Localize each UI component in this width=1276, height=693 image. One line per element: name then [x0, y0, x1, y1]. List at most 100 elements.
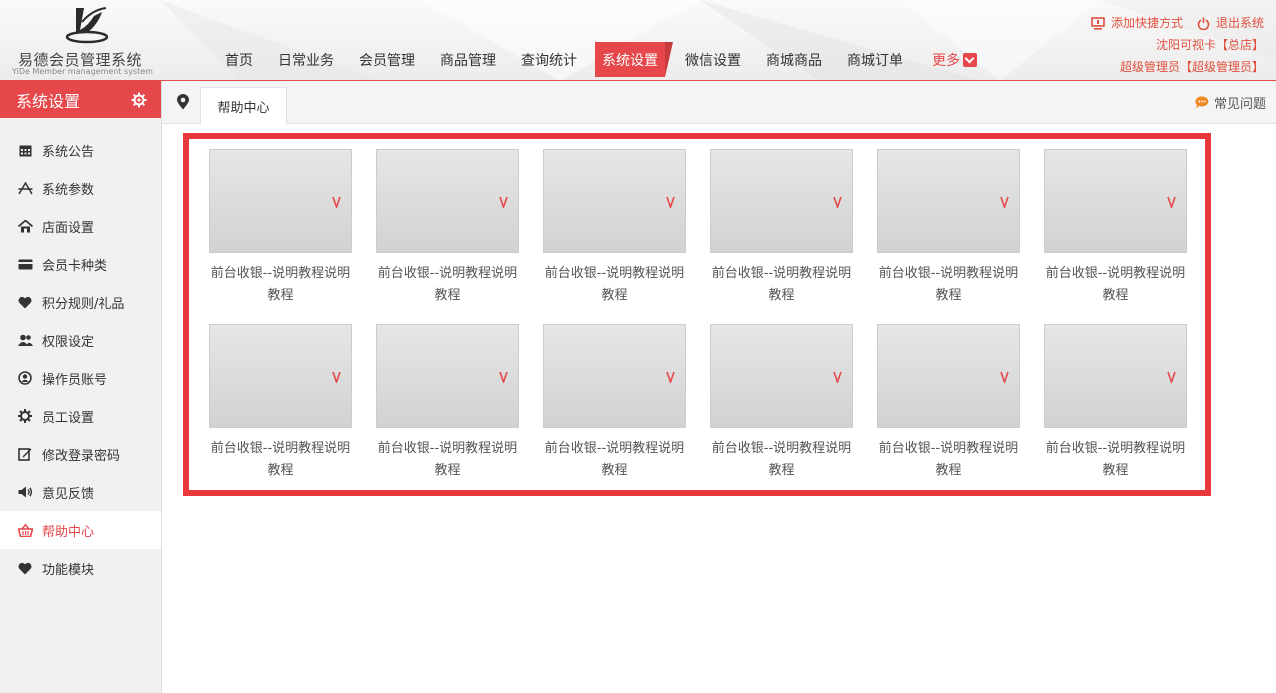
- nav-daily-business[interactable]: 日常业务: [271, 42, 341, 77]
- gear-icon: [131, 92, 147, 107]
- tutorial-title: 前台收银--说明教程说明教程: [1045, 441, 1186, 478]
- sidebar: 系统设置 系统公告 系统参数 店面设置 会员卡种类 积分规则/礼品 权限设定 操…: [0, 81, 162, 693]
- logo-mark-icon: [1000, 371, 1009, 383]
- sidebar-item-card-types[interactable]: 会员卡种类: [0, 245, 161, 283]
- nav-home[interactable]: 首页: [218, 42, 260, 77]
- logo-mark-icon: [499, 371, 508, 383]
- tutorial-title: 前台收银--说明教程说明教程: [377, 266, 518, 303]
- sidebar-item-permissions[interactable]: 权限设定: [0, 321, 161, 359]
- sidebar-item-system-notice[interactable]: 系统公告: [0, 131, 161, 169]
- tutorial-title: 前台收银--说明教程说明教程: [878, 266, 1019, 303]
- sidebar-item-function-modules[interactable]: 功能模块: [0, 549, 161, 587]
- help-card[interactable]: 前台收银--说明教程说明教程: [376, 324, 519, 499]
- location-pin-icon: [177, 94, 189, 110]
- logo-mark-icon: [499, 196, 508, 208]
- sidebar-item-staff-settings[interactable]: 员工设置: [0, 397, 161, 435]
- sidebar-item-label: 系统参数: [42, 182, 95, 198]
- logout-label: 退出系统: [1215, 16, 1264, 30]
- nav-member-management[interactable]: 会员管理: [352, 42, 422, 77]
- add-shortcut-link[interactable]: 添加快捷方式: [1091, 12, 1183, 34]
- sidebar-item-label: 积分规则/礼品: [42, 296, 125, 312]
- nav-product-management[interactable]: 商品管理: [433, 42, 503, 77]
- nav-more[interactable]: 更多: [925, 42, 984, 77]
- help-card[interactable]: 前台收银--说明教程说明教程: [376, 149, 519, 324]
- edit-icon: [17, 446, 33, 462]
- sidebar-title: 系统设置: [16, 91, 81, 111]
- top-right-info: 添加快捷方式 退出系统 沈阳可视卡【总店】 超级管理员【超级管理员】: [1091, 12, 1264, 78]
- store-name: 沈阳可视卡【总店】: [1155, 38, 1264, 52]
- tutorial-title: 前台收银--说明教程说明教程: [711, 266, 852, 303]
- tab-help-center[interactable]: 帮助中心: [200, 87, 287, 125]
- sidebar-item-operator-accounts[interactable]: 操作员账号: [0, 359, 161, 397]
- nav-query-statistics[interactable]: 查询统计: [514, 42, 584, 77]
- tutorial-title: 前台收银--说明教程说明教程: [544, 266, 685, 303]
- sidebar-menu: 系统公告 系统参数 店面设置 会员卡种类 积分规则/礼品 权限设定 操作员账号 …: [0, 131, 161, 587]
- sidebar-item-help-center[interactable]: 帮助中心: [0, 511, 161, 549]
- chevron-down-icon: [963, 52, 977, 67]
- logo-mark-icon: [666, 196, 675, 208]
- heart-icon: [17, 294, 33, 310]
- help-card[interactable]: 前台收银--说明教程说明教程: [710, 149, 853, 324]
- logout-link[interactable]: 退出系统: [1197, 12, 1264, 34]
- header: 易德会员管理系统 YiDe Member management system 首…: [0, 0, 1276, 81]
- help-card[interactable]: 前台收银--说明教程说明教程: [877, 149, 1020, 324]
- card-icon: [17, 256, 33, 272]
- help-card[interactable]: 前台收银--说明教程说明教程: [877, 324, 1020, 499]
- sidebar-item-label: 系统公告: [42, 144, 95, 160]
- params-icon: [17, 180, 33, 196]
- nav-mall-orders[interactable]: 商城订单: [840, 42, 910, 77]
- tutorial-thumbnail: [543, 149, 686, 253]
- logo-mark-icon: [332, 371, 341, 383]
- tutorial-thumbnail: [209, 324, 352, 428]
- tutorial-thumbnail: [877, 149, 1020, 253]
- tutorial-thumbnail: [710, 324, 853, 428]
- tutorial-thumbnail: [1044, 149, 1187, 253]
- sidebar-item-system-params[interactable]: 系统参数: [0, 169, 161, 207]
- tutorial-thumbnail: [710, 149, 853, 253]
- nav-more-label: 更多: [932, 52, 960, 69]
- add-shortcut-label: 添加快捷方式: [1110, 16, 1183, 30]
- faq-label: 常见问题: [1213, 97, 1266, 112]
- help-card[interactable]: 前台收银--说明教程说明教程: [1044, 149, 1187, 324]
- help-card[interactable]: 前台收银--说明教程说明教程: [543, 149, 686, 324]
- user-circle-icon: [17, 370, 33, 386]
- tutorial-thumbnail: [877, 324, 1020, 428]
- sidebar-item-feedback[interactable]: 意见反馈: [0, 473, 161, 511]
- sidebar-item-change-password[interactable]: 修改登录密码: [0, 435, 161, 473]
- nav-mall-products[interactable]: 商城商品: [759, 42, 829, 77]
- tab-bar: 帮助中心 常见问题: [162, 81, 1276, 125]
- logo-mark-icon: [1000, 196, 1009, 208]
- nav-system-settings[interactable]: 系统设置: [595, 42, 673, 77]
- sidebar-item-label: 店面设置: [42, 220, 95, 236]
- nav-wechat-settings[interactable]: 微信设置: [678, 42, 748, 77]
- tutorial-title: 前台收银--说明教程说明教程: [210, 266, 351, 303]
- tutorial-title: 前台收银--说明教程说明教程: [878, 441, 1019, 478]
- tutorial-thumbnail: [543, 324, 686, 428]
- help-card[interactable]: 前台收银--说明教程说明教程: [209, 149, 352, 324]
- tutorial-title: 前台收银--说明教程说明教程: [1045, 266, 1186, 303]
- faq-link[interactable]: 常见问题: [1195, 93, 1266, 112]
- logo-mark-icon: [332, 196, 341, 208]
- sidebar-item-label: 权限设定: [42, 334, 95, 350]
- speaker-icon: [17, 484, 33, 500]
- sidebar-item-points-rules[interactable]: 积分规则/礼品: [0, 283, 161, 321]
- help-card[interactable]: 前台收银--说明教程说明教程: [710, 324, 853, 499]
- basket-icon: [17, 522, 33, 538]
- logo-mark-icon: [833, 371, 842, 383]
- help-center-panel: 前台收银--说明教程说明教程 前台收银--说明教程说明教程 前台收银--说明教程…: [183, 133, 1211, 496]
- sidebar-item-store-settings[interactable]: 店面设置: [0, 207, 161, 245]
- sidebar-item-label: 会员卡种类: [42, 258, 108, 274]
- logo-mark-icon: [1167, 196, 1176, 208]
- help-card[interactable]: 前台收银--说明教程说明教程: [1044, 324, 1187, 499]
- logo[interactable]: 易德会员管理系统 YiDe Member management system: [8, 2, 158, 78]
- power-icon: [1197, 17, 1210, 30]
- gear-icon: [17, 408, 33, 424]
- app-subtitle: YiDe Member management system: [12, 67, 153, 76]
- tutorial-thumbnail: [209, 149, 352, 253]
- help-card[interactable]: 前台收银--说明教程说明教程: [209, 324, 352, 499]
- help-card[interactable]: 前台收银--说明教程说明教程: [543, 324, 686, 499]
- sidebar-item-label: 操作员账号: [42, 372, 108, 388]
- monitor-icon: [1091, 16, 1105, 30]
- sidebar-item-label: 帮助中心: [42, 524, 95, 540]
- logo-mark-icon: [666, 371, 675, 383]
